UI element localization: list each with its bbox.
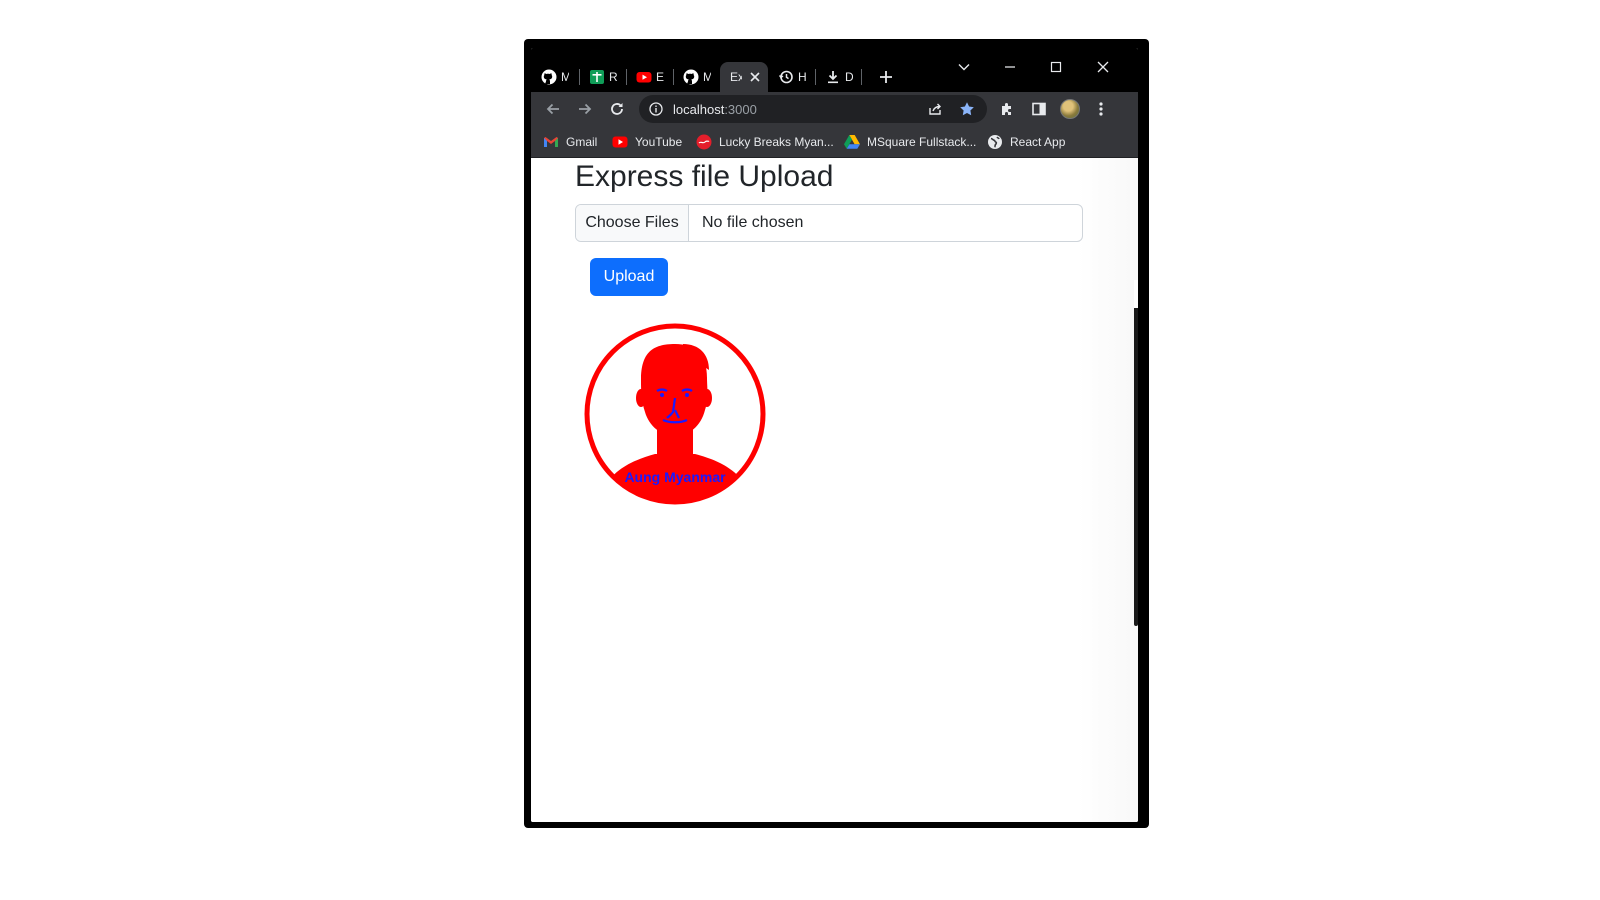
- plus-icon: [880, 71, 892, 83]
- bookmark-msquare[interactable]: MSquare Fullstack...: [844, 134, 976, 150]
- tab-search-button[interactable]: [947, 54, 981, 80]
- page-title: Express file Upload: [575, 160, 834, 193]
- bookmark-react-app[interactable]: React App: [987, 134, 1065, 150]
- kebab-menu-icon: [1099, 102, 1103, 116]
- tab-title: D: [845, 70, 853, 84]
- file-input[interactable]: Choose Files No file chosen: [575, 204, 1083, 242]
- tab-history[interactable]: H: [768, 62, 806, 92]
- extensions-button[interactable]: [995, 97, 1019, 121]
- scrollbar-thumb[interactable]: [1134, 280, 1138, 626]
- tab-separator: [861, 69, 862, 85]
- youtube-icon: [636, 69, 652, 85]
- tab-github-1[interactable]: M: [531, 62, 569, 92]
- maximize-icon: [1050, 61, 1062, 73]
- uploaded-avatar-image: Aung Myanmar: [584, 323, 766, 505]
- browser-toolbar: localhost:3000: [531, 92, 1138, 126]
- tab-express-active[interactable]: Ex: [720, 62, 768, 92]
- scroll-shadow: [1078, 158, 1138, 822]
- tab-title: Ex: [730, 70, 742, 84]
- github-icon: [683, 69, 699, 85]
- close-icon: [1097, 61, 1109, 73]
- globe-icon: [987, 134, 1003, 150]
- tab-strip: M R E M Ex H D: [531, 48, 1138, 92]
- sheets-icon: [589, 69, 605, 85]
- tab-sheets[interactable]: R: [579, 62, 617, 92]
- tab-downloads[interactable]: D: [815, 62, 853, 92]
- maximize-button[interactable]: [1039, 54, 1073, 80]
- history-icon: [778, 69, 794, 85]
- tab-title: E: [656, 70, 664, 84]
- profile-avatar[interactable]: [1060, 99, 1080, 119]
- new-tab-button[interactable]: [875, 66, 897, 88]
- close-tab-icon[interactable]: [748, 70, 762, 84]
- avatar-caption: Aung Myanmar: [624, 469, 726, 485]
- reload-button[interactable]: [605, 97, 629, 121]
- bookmark-label: Lucky Breaks Myan...: [719, 135, 834, 149]
- bookmark-youtube[interactable]: YouTube: [612, 134, 682, 150]
- tab-title: R: [609, 70, 617, 84]
- bookmark-label: YouTube: [635, 135, 683, 149]
- url-text[interactable]: localhost:3000: [673, 102, 757, 117]
- info-icon[interactable]: [647, 100, 665, 118]
- url-host: localhost: [673, 102, 725, 117]
- arrow-right-icon: [579, 103, 592, 115]
- share-icon[interactable]: [925, 99, 945, 119]
- upload-button[interactable]: Upload: [590, 258, 668, 296]
- close-window-button[interactable]: [1086, 54, 1120, 80]
- tab-title: M: [561, 70, 569, 84]
- url-port: :3000: [724, 102, 757, 117]
- minimize-icon: [1005, 66, 1015, 68]
- google-drive-icon: [844, 134, 860, 150]
- bookmark-label: React App: [1010, 135, 1066, 149]
- cocacola-icon: [696, 134, 712, 150]
- browser-window: M R E M Ex H D localhost:3000 Gmail YouT…: [531, 48, 1138, 822]
- bookmarks-bar: Gmail YouTube Lucky Breaks Myan... MSqua…: [531, 126, 1138, 158]
- gmail-icon: [543, 134, 559, 150]
- puzzle-icon: [1002, 103, 1011, 115]
- file-status-text: No file chosen: [702, 214, 804, 231]
- tab-title: M: [703, 70, 711, 84]
- side-panel-icon: [1032, 102, 1046, 116]
- youtube-icon: [612, 134, 628, 150]
- choose-files-button[interactable]: Choose Files: [576, 205, 689, 241]
- page-content: Express file Upload Choose Files No file…: [531, 158, 1138, 822]
- star-icon[interactable]: [957, 99, 977, 119]
- tab-youtube[interactable]: E: [626, 62, 664, 92]
- github-icon: [541, 69, 557, 85]
- back-button[interactable]: [541, 97, 565, 121]
- download-icon: [825, 69, 841, 85]
- reload-icon: [611, 103, 623, 115]
- scrollbar-top-marker: [1134, 280, 1138, 308]
- tab-title: H: [798, 70, 806, 84]
- bookmark-label: MSquare Fullstack...: [867, 135, 977, 149]
- arrow-left-icon: [546, 103, 559, 115]
- bookmark-lucky-breaks[interactable]: Lucky Breaks Myan...: [696, 134, 834, 150]
- forward-button[interactable]: [573, 97, 597, 121]
- minimize-button[interactable]: [993, 54, 1027, 80]
- address-bar[interactable]: localhost:3000: [639, 95, 987, 123]
- tab-github-2[interactable]: M: [673, 62, 711, 92]
- menu-button[interactable]: [1089, 97, 1113, 121]
- bookmark-label: Gmail: [566, 135, 598, 149]
- bookmark-gmail[interactable]: Gmail: [543, 134, 597, 150]
- side-panel-button[interactable]: [1027, 97, 1051, 121]
- chevron-down-icon: [958, 64, 970, 71]
